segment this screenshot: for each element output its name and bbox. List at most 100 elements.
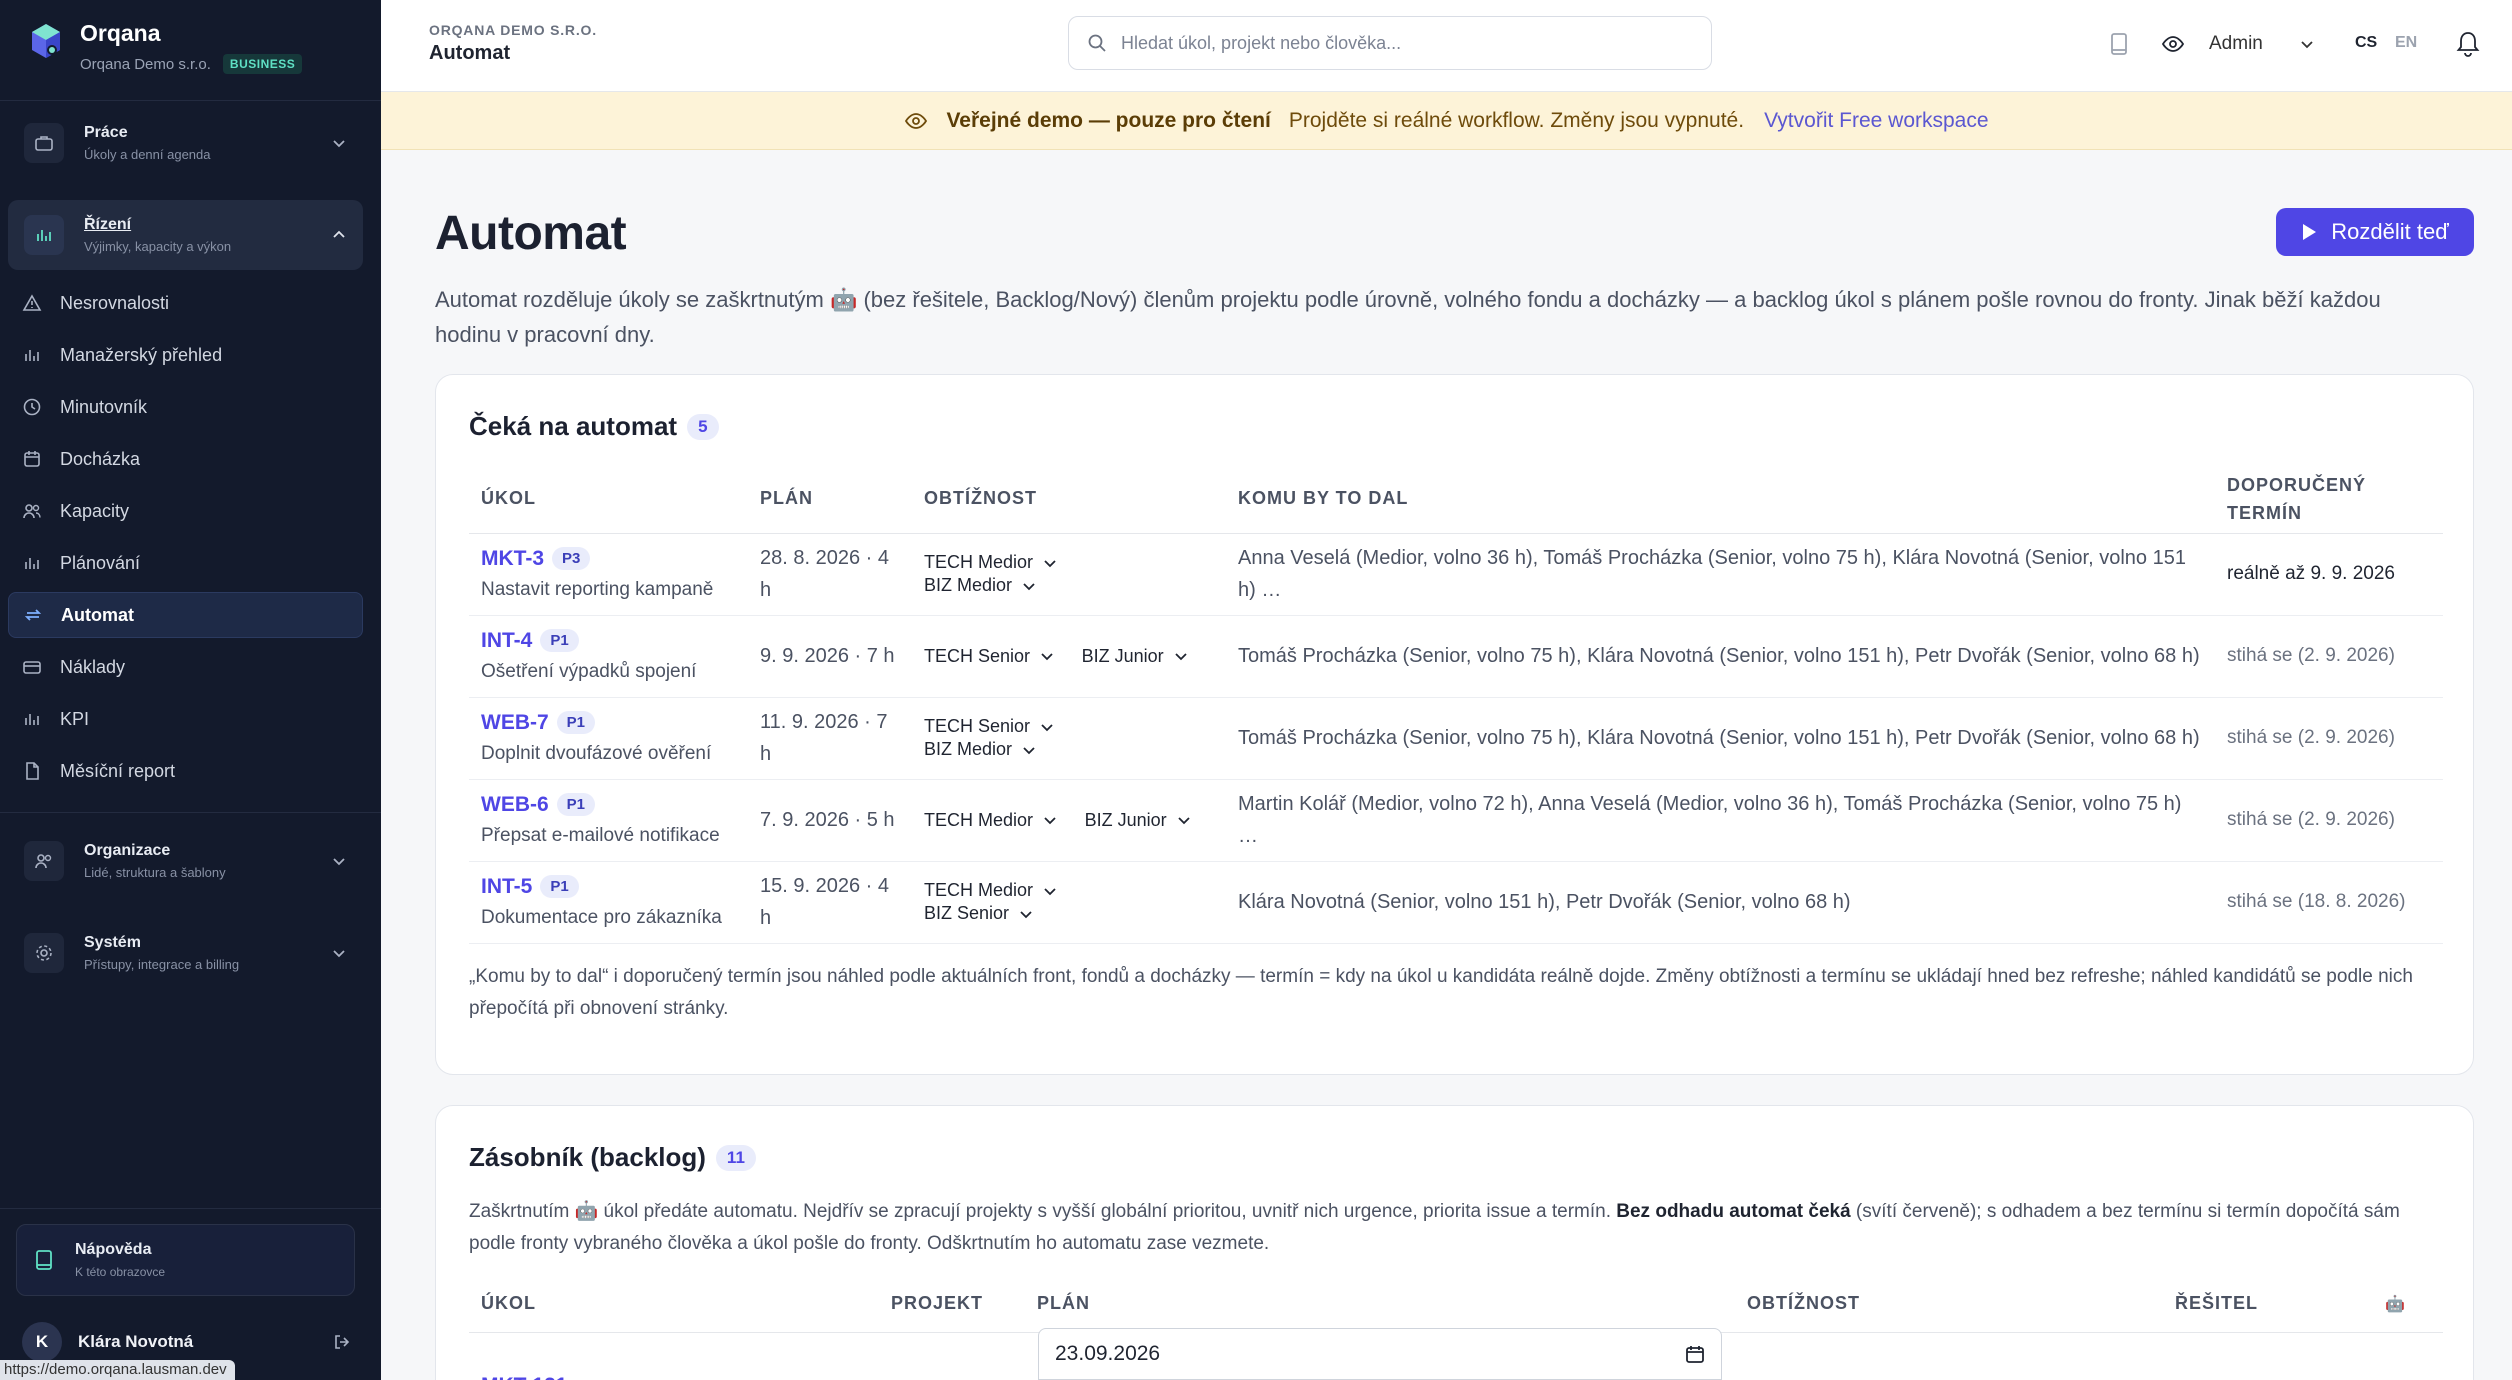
biz-level-value: BIZ Senior	[924, 903, 1010, 923]
lang-en[interactable]: EN	[2395, 34, 2417, 52]
col-plan: PLÁN	[748, 465, 912, 534]
col-assign: KOMU BY TO DAL	[1226, 465, 2215, 534]
tech-level-select[interactable]: TECH Senior	[924, 646, 1054, 667]
task-key-link[interactable]: INT-5	[481, 875, 532, 898]
chevron-down-icon	[1044, 887, 1056, 895]
current-user[interactable]: K Klára Novotná	[22, 1322, 352, 1362]
tech-level-select[interactable]: TECH Medior	[924, 810, 1057, 831]
search-box[interactable]	[1068, 16, 1712, 70]
role-select-value: Admin	[2209, 33, 2263, 54]
sidebar-item-minutovnik[interactable]: Minutovník	[8, 384, 363, 430]
sidebar-item-kapacity[interactable]: Kapacity	[8, 488, 363, 534]
task-summary: Přepsat e-mailové notifikace	[481, 825, 720, 846]
sidebar-item-automat[interactable]: Automat	[8, 592, 363, 638]
priority-badge: P1	[540, 875, 579, 898]
sidebar-group-rizeni[interactable]: Řízení Výjimky, kapacity a výkon	[8, 200, 363, 270]
help-subtitle: K této obrazovce	[75, 1265, 166, 1279]
biz-level-select[interactable]: BIZ Medior	[924, 575, 1036, 596]
sidebar-item-label: Měsíční report	[60, 760, 176, 781]
bar-chart-icon	[25, 350, 39, 361]
help-button[interactable]: Nápověda K této obrazovce	[16, 1224, 355, 1296]
page-intro: Automat rozděluje úkoly se zaškrtnutým 🤖…	[435, 287, 2381, 347]
topbar-page-title: Automat	[429, 42, 511, 64]
biz-level-select[interactable]: BIZ Senior	[924, 903, 1033, 924]
task-key-link[interactable]: MKT-3	[481, 547, 544, 570]
tech-level-select[interactable]: TECH Medior	[924, 880, 1057, 901]
sidebar-item-label: Nesrovnalosti	[60, 292, 170, 313]
bar-chart-icon	[25, 558, 39, 569]
chevron-down-icon	[1044, 559, 1056, 567]
calendar-icon[interactable]	[1685, 1344, 1705, 1364]
biz-level-value: BIZ Junior	[1081, 645, 1164, 666]
search-input[interactable]	[1121, 32, 1681, 54]
logout-icon[interactable]	[332, 1332, 352, 1352]
candidate-list: Tomáš Procházka (Senior, volno 75 h), Kl…	[1226, 697, 2215, 780]
brand[interactable]: Orqana Orqana Demo s.r.o. BUSINESS	[30, 20, 303, 74]
recommended-term: stihá se (2. 9. 2026)	[2215, 697, 2443, 780]
task-key-link[interactable]: MKT-121	[481, 1374, 567, 1380]
eye-icon	[905, 112, 928, 129]
status-url: https://demo.orqana.lausman.dev	[0, 1360, 235, 1380]
sidebar-divider	[0, 812, 381, 813]
tech-level-value: TECH Senior	[924, 645, 1031, 666]
sidebar-group-system[interactable]: Systém Přístupy, integrace a billing	[8, 918, 363, 988]
task-key-link[interactable]: WEB-7	[481, 711, 549, 734]
sidebar-item-label: Plánování	[60, 552, 141, 573]
lang-cs[interactable]: CS	[2355, 34, 2377, 52]
group-subtitle: Výjimky, kapacity a výkon	[84, 239, 232, 254]
backlog-description: Zaškrtnutím 🤖 úkol předáte automatu. Nej…	[469, 1196, 2449, 1260]
book-icon[interactable]	[2109, 32, 2129, 56]
create-workspace-link[interactable]: Vytvořit Free workspace	[1764, 109, 1988, 133]
table-row: WEB-6 P1 Přepsat e-mailové notifikace 7. …	[469, 779, 2443, 862]
users-icon	[24, 841, 64, 881]
chevron-down-icon	[333, 858, 345, 866]
tech-level-select[interactable]: TECH Senior	[924, 716, 1054, 737]
sidebar-item-kpi[interactable]: KPI	[8, 696, 363, 742]
chevron-down-icon	[1041, 723, 1053, 731]
biz-level-select[interactable]: BIZ Medior	[924, 739, 1036, 760]
tech-level-value: TECH Medior	[924, 880, 1034, 900]
sidebar-group-prace[interactable]: Práce Úkoly a denní agenda	[8, 108, 363, 178]
biz-level-select[interactable]: BIZ Junior	[1082, 646, 1188, 667]
orqana-logo-icon	[32, 24, 60, 58]
backlog-desc-part: Zaškrtnutím 🤖 úkol předáte automatu. Nej…	[469, 1201, 1617, 1222]
table-row: WEB-7 P1 Doplnit dvoufázové ověření 11. 9…	[469, 697, 2443, 780]
candidate-list: Klára Novotná (Senior, volno 151 h), Pet…	[1226, 861, 2215, 944]
col-assignee: ŘEŠITEL	[2163, 1276, 2373, 1333]
sidebar-item-manazersky-prehled[interactable]: Manažerský přehled	[8, 332, 363, 378]
split-now-button[interactable]: Rozdělit teď	[2276, 208, 2474, 256]
backlog-title: Zásobník (backlog)	[469, 1142, 706, 1172]
help-title: Nápověda	[75, 1241, 152, 1258]
task-summary: Dokumentace pro zákazníka	[481, 907, 722, 928]
candidate-list: Tomáš Procházka (Senior, volno 75 h), Kl…	[1226, 615, 2215, 698]
gear-icon	[24, 933, 64, 973]
sidebar-group-organizace[interactable]: Organizace Lidé, struktura a šablony	[8, 826, 363, 896]
priority-badge: P1	[540, 629, 579, 652]
recommended-term: stihá se (2. 9. 2026)	[2215, 779, 2443, 862]
col-task: ÚKOL	[469, 1276, 879, 1333]
task-key-link[interactable]: INT-4	[481, 629, 532, 652]
chevron-down-icon	[1041, 653, 1053, 661]
tech-level-select[interactable]: TECH Medior	[924, 552, 1057, 573]
plan-badge: BUSINESS	[222, 54, 303, 74]
role-select[interactable]: Admin	[2199, 24, 2323, 64]
col-plan: PLÁN	[1025, 1276, 1735, 1333]
plan-date-input[interactable]: 23.09.2026	[1038, 1328, 1722, 1380]
briefcase-icon	[24, 123, 64, 163]
sidebar-item-dochazka[interactable]: Docházka	[8, 436, 363, 482]
bell-icon[interactable]	[2455, 30, 2481, 58]
task-plan: 15. 9. 2026 · 4 h	[748, 861, 912, 944]
card-title: Čeká na automat 5	[469, 411, 719, 442]
card-title: Zásobník (backlog) 11	[469, 1142, 756, 1173]
table-row: INT-5 P1 Dokumentace pro zákazníka 15. 9.…	[469, 861, 2443, 944]
sidebar-item-naklady[interactable]: Náklady	[8, 644, 363, 690]
sidebar-item-nesrovnalosti[interactable]: Nesrovnalosti	[8, 280, 363, 326]
play-icon	[2303, 224, 2317, 240]
sidebar-item-planovani[interactable]: Plánování	[8, 540, 363, 586]
tech-level-value: TECH Medior	[924, 552, 1034, 572]
wallet-icon	[23, 661, 41, 674]
sidebar-item-label: Náklady	[60, 656, 126, 677]
biz-level-select[interactable]: BIZ Junior	[1085, 810, 1191, 831]
task-key-link[interactable]: WEB-6	[481, 793, 549, 816]
sidebar-item-mesicni-report[interactable]: Měsíční report	[8, 748, 363, 794]
